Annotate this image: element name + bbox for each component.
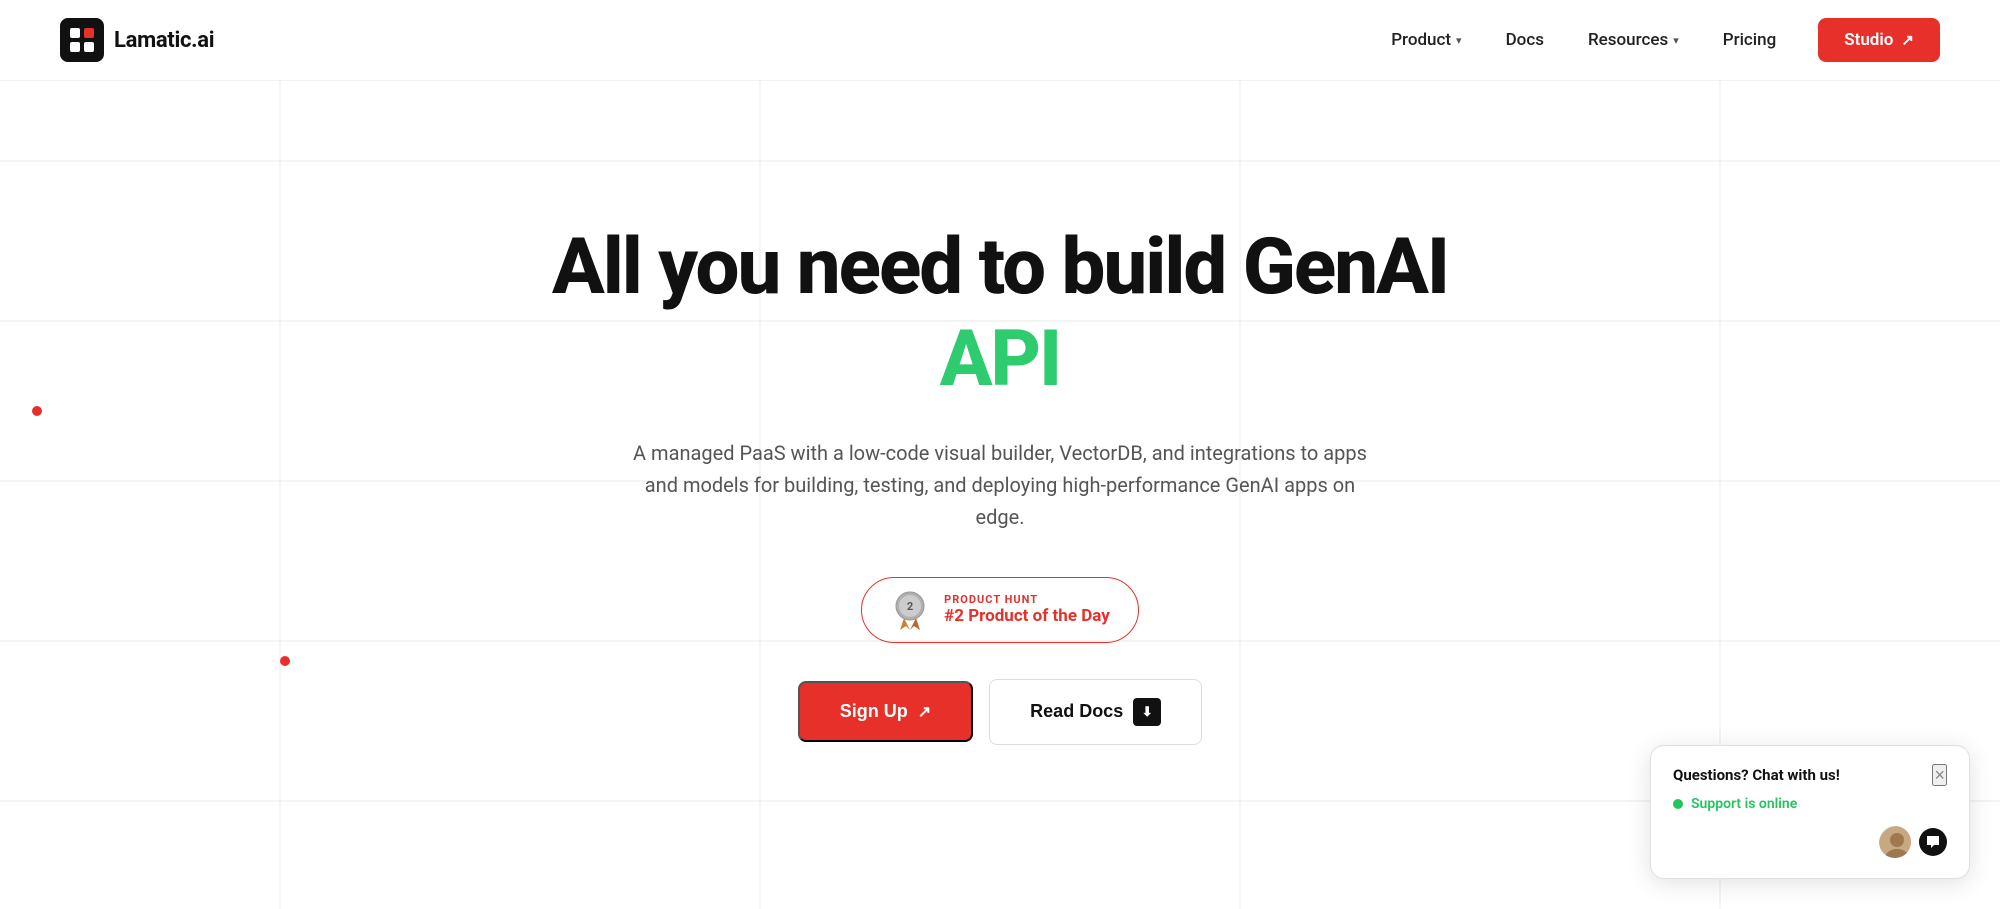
signup-arrow-icon: ↗ bbox=[918, 702, 931, 722]
chat-widget: Questions? Chat with us! × Support is on… bbox=[1650, 745, 1970, 879]
product-chevron-icon: ▾ bbox=[1456, 34, 1462, 47]
brand-name: Lamatic.ai bbox=[114, 28, 214, 53]
nav-docs[interactable]: Docs bbox=[1488, 22, 1562, 58]
chat-bubble-icon[interactable] bbox=[1919, 828, 1947, 856]
docs-download-icon: ⬇ bbox=[1133, 698, 1161, 726]
nav-docs-label: Docs bbox=[1506, 30, 1544, 50]
studio-button[interactable]: Studio ↗ bbox=[1818, 18, 1940, 62]
nav-resources[interactable]: Resources ▾ bbox=[1570, 22, 1697, 58]
hero-title-line2: API bbox=[940, 315, 1060, 405]
hero-title-line1: All you need to build GenAI bbox=[552, 225, 1448, 311]
accent-dot-2 bbox=[280, 656, 290, 666]
ph-text-area: PRODUCT HUNT #2 Product of the Day bbox=[944, 593, 1110, 626]
ph-rank: #2 Product of the Day bbox=[944, 606, 1110, 626]
accent-dot-1 bbox=[32, 406, 42, 416]
logo-icon bbox=[60, 18, 104, 62]
cta-buttons: Sign Up ↗ Read Docs ⬇ bbox=[798, 679, 1202, 745]
signup-button[interactable]: Sign Up ↗ bbox=[798, 681, 973, 742]
signup-label: Sign Up bbox=[840, 701, 908, 722]
chat-widget-title: Questions? Chat with us! bbox=[1673, 766, 1840, 784]
nav-resources-label: Resources bbox=[1588, 30, 1668, 50]
chat-widget-header: Questions? Chat with us! × bbox=[1673, 764, 1947, 786]
read-docs-button[interactable]: Read Docs ⬇ bbox=[989, 679, 1202, 745]
studio-label: Studio bbox=[1844, 30, 1893, 50]
nav-product[interactable]: Product ▾ bbox=[1373, 22, 1479, 58]
nav-pricing-label: Pricing bbox=[1723, 30, 1777, 50]
chat-agent-avatar bbox=[1877, 824, 1913, 860]
studio-arrow-icon: ↗ bbox=[1901, 31, 1914, 49]
nav-pricing[interactable]: Pricing bbox=[1705, 22, 1795, 58]
logo[interactable]: Lamatic.ai bbox=[60, 18, 214, 62]
chat-status-row: Support is online bbox=[1673, 796, 1947, 812]
ph-label: PRODUCT HUNT bbox=[944, 593, 1038, 606]
navbar: Lamatic.ai Product ▾ Docs Resources ▾ Pr… bbox=[0, 0, 2000, 81]
nav-links: Product ▾ Docs Resources ▾ Pricing Studi… bbox=[1373, 18, 1940, 62]
online-status-dot bbox=[1673, 799, 1683, 809]
hero-content: All you need to build GenAI API A manage… bbox=[552, 225, 1448, 744]
resources-chevron-icon: ▾ bbox=[1673, 34, 1679, 47]
product-hunt-badge[interactable]: 2 PRODUCT HUNT #2 Product of the Day bbox=[861, 577, 1139, 643]
svg-text:2: 2 bbox=[907, 600, 913, 613]
chat-close-button[interactable]: × bbox=[1932, 764, 1947, 786]
chat-status-label: Support is online bbox=[1691, 796, 1797, 812]
read-docs-label: Read Docs bbox=[1030, 701, 1123, 722]
ph-medal-icon: 2 bbox=[890, 590, 930, 630]
nav-product-label: Product bbox=[1391, 30, 1451, 50]
hero-subtitle: A managed PaaS with a low-code visual bu… bbox=[630, 437, 1370, 533]
